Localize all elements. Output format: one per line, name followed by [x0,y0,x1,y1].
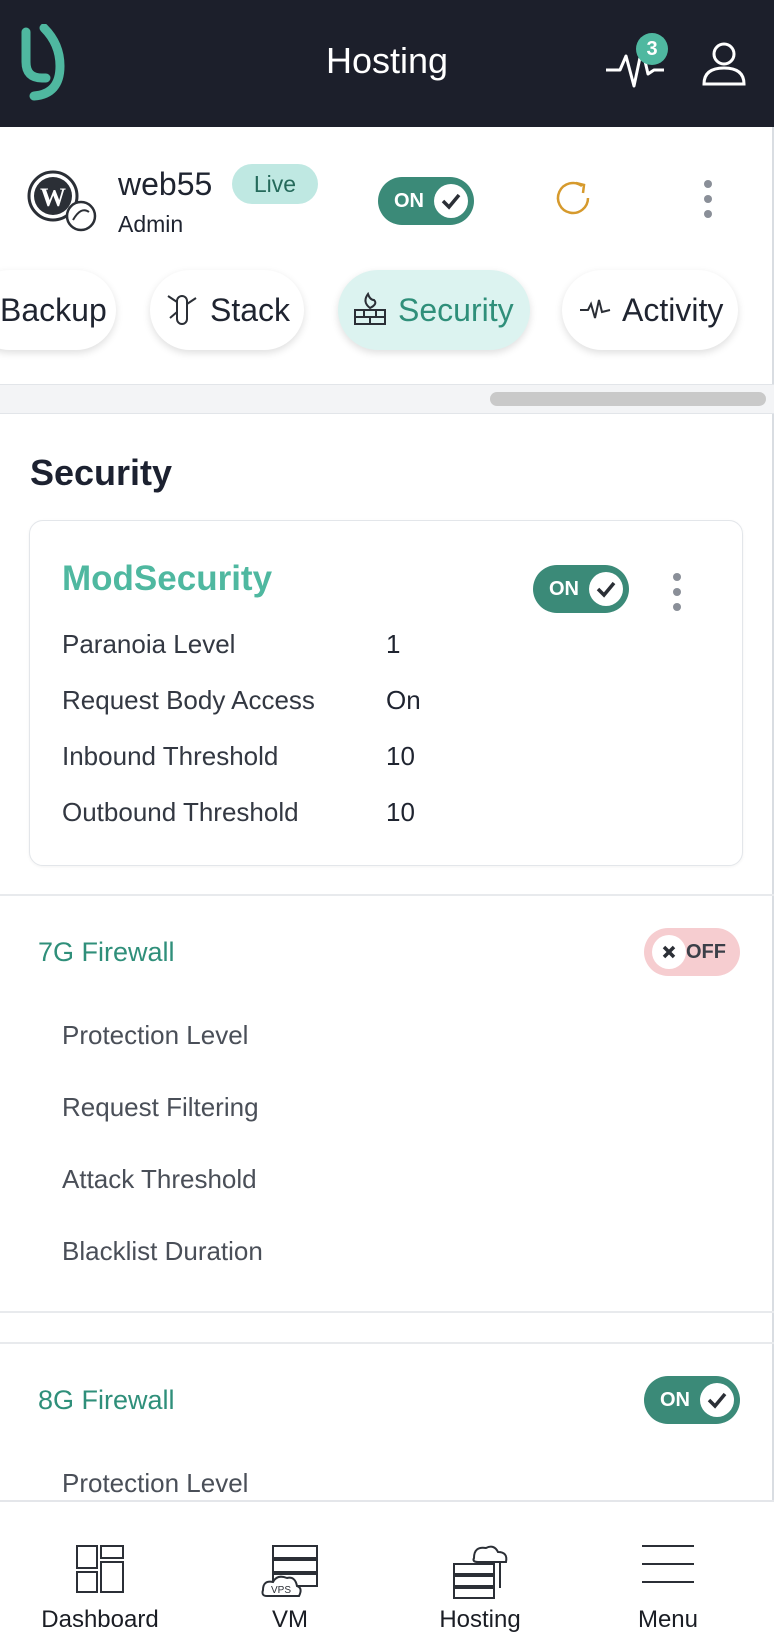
vps-server-icon: VPS [261,1545,318,1597]
tab-scrollbar-thumb[interactable] [490,392,766,406]
modsecurity-toggle[interactable]: ON [533,565,629,613]
tab-security[interactable]: Security [338,270,530,350]
firewall-7g-item[interactable]: Protection Level [62,1020,248,1051]
section-title: Security [30,452,173,493]
tab-stack[interactable]: Stack [150,270,304,350]
tab-scrollbar[interactable] [0,384,774,414]
tab-activity[interactable]: Activity [562,270,738,350]
firewall-8g-toggle[interactable]: ON [644,1376,740,1424]
firewall-8g-item[interactable]: Protection Level [62,1468,248,1499]
firewall-icon [354,292,386,325]
modsecurity-card: ModSecurity ON Paranoia Level 1 Request … [29,520,743,866]
tab-backup[interactable]: Backup [0,270,116,350]
firewall-7g-toggle-label: OFF [686,941,726,963]
check-icon [434,184,468,218]
firewall-7g-item[interactable]: Blacklist Duration [62,1236,263,1267]
svg-text:W: W [40,183,66,212]
firewall-8g-title[interactable]: 8G Firewall [38,1385,175,1416]
site-role: Admin [118,211,184,237]
check-icon [589,572,623,606]
nav-dashboard-label: Dashboard [41,1606,159,1633]
check-icon [700,1383,734,1417]
refresh-icon[interactable] [552,177,594,219]
site-name[interactable]: web55 [118,166,212,203]
nav-menu[interactable]: Menu [578,1502,758,1646]
nav-hosting[interactable]: Hosting [390,1502,570,1646]
request-body-access-value: On [386,685,421,715]
user-profile-icon[interactable] [700,40,748,88]
nav-hosting-label: Hosting [439,1606,521,1633]
cloud-server-icon [453,1545,508,1599]
wordpress-site-icon: W [27,170,97,232]
hamburger-menu-icon [642,1545,694,1583]
section-divider [0,1311,774,1313]
notification-count-badge: 3 [636,33,668,65]
bottom-navigation: Dashboard VPS VM Hosting Menu [0,1500,774,1646]
nav-vm[interactable]: VPS VM [200,1502,380,1646]
modsecurity-toggle-label: ON [549,578,579,600]
section-divider [0,1342,774,1344]
inbound-threshold-value: 10 [386,741,415,771]
tab-security-label: Security [398,292,514,328]
tab-activity-label: Activity [622,292,724,328]
firewall-7g-item[interactable]: Attack Threshold [62,1164,257,1195]
outbound-threshold-label: Outbound Threshold [62,797,299,827]
firewall-7g-toggle[interactable]: OFF [644,928,740,976]
modsecurity-more-options-icon[interactable] [673,573,683,618]
section-divider [0,894,774,896]
activity-icon [580,299,611,319]
site-toggle-label: ON [394,190,424,212]
swiss-knife-icon [167,295,197,325]
vps-icon-text: VPS [271,1585,291,1596]
app-header: Hosting 3 [0,0,774,127]
firewall-8g-toggle-label: ON [660,1389,690,1411]
firewall-7g-item[interactable]: Request Filtering [62,1092,259,1123]
inbound-threshold-label: Inbound Threshold [62,741,279,771]
site-power-toggle[interactable]: ON [378,177,474,225]
close-icon [652,935,686,969]
tab-stack-label: Stack [210,292,291,328]
paranoia-level-value: 1 [386,629,401,659]
nav-menu-label: Menu [637,1606,699,1633]
nav-dashboard[interactable]: Dashboard [10,1502,190,1646]
outbound-threshold-value: 10 [386,797,415,827]
site-status-badge: Live [232,164,318,204]
dashboard-icon [76,1545,124,1593]
tab-backup-label: Backup [0,292,107,328]
paranoia-level-label: Paranoia Level [62,629,236,659]
tab-bar: Backup Stack Security Activity [0,270,774,354]
firewall-7g-title[interactable]: 7G Firewall [38,937,175,968]
nav-vm-label: VM [272,1606,308,1633]
request-body-access-label: Request Body Access [62,685,315,715]
modsecurity-title: ModSecurity [62,559,273,598]
site-more-options-icon[interactable] [704,180,714,225]
